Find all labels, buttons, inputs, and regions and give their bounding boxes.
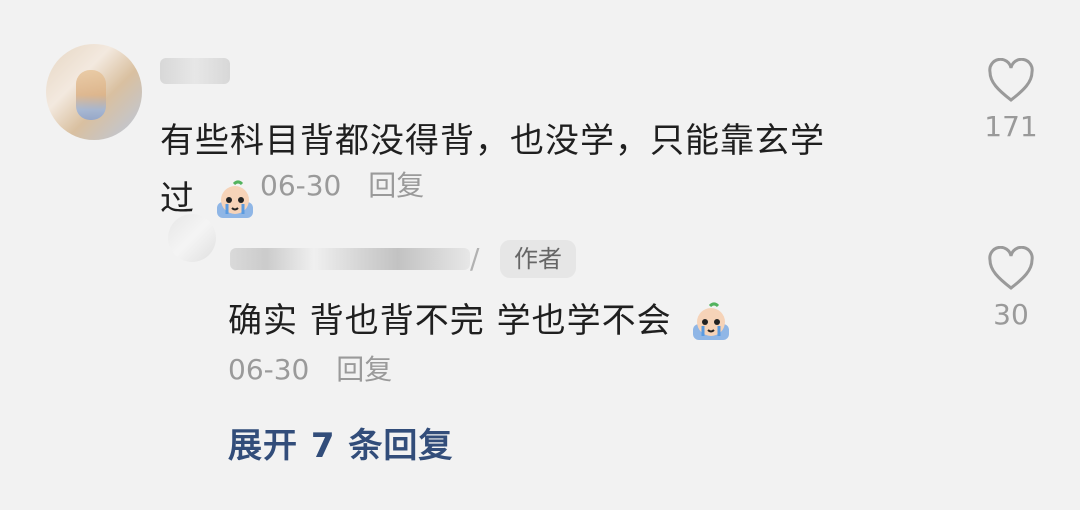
comment-text-line1: 有些科目背都没得背，也没学，只能靠玄学 — [160, 121, 825, 161]
heart-icon[interactable] — [986, 245, 1036, 292]
reply-avatar[interactable] — [168, 214, 216, 262]
comment-text-line2: 过 — [160, 179, 195, 219]
comment-avatar[interactable] — [46, 44, 142, 140]
crying-face-emoji-icon — [687, 302, 735, 344]
reply-text: 确实 背也背不完 学也学不会 — [228, 296, 735, 346]
expand-replies-button[interactable]: 展开 7 条回复 — [228, 418, 453, 467]
reply-to-reply-button[interactable]: 回复 — [336, 353, 392, 386]
reply-meta: 06-30 回复 — [228, 348, 392, 388]
comment-meta: 06-30 回复 — [260, 164, 424, 204]
crying-face-emoji-icon — [211, 180, 259, 222]
like-column-1: 171 — [976, 57, 1046, 143]
reply-button[interactable]: 回复 — [368, 169, 424, 202]
comment-date: 06-30 — [260, 169, 342, 202]
reply-username-blurred[interactable] — [230, 248, 470, 270]
author-badge: 作者 — [500, 240, 576, 278]
like-count: 171 — [984, 110, 1038, 143]
comment-username-blurred[interactable] — [160, 58, 230, 84]
like-count: 30 — [993, 298, 1029, 331]
name-separator: / — [470, 242, 480, 275]
like-column-2: 30 — [976, 245, 1046, 331]
reply-text-body: 确实 背也背不完 学也学不会 — [228, 301, 672, 341]
heart-icon[interactable] — [986, 57, 1036, 104]
reply-date: 06-30 — [228, 353, 310, 386]
